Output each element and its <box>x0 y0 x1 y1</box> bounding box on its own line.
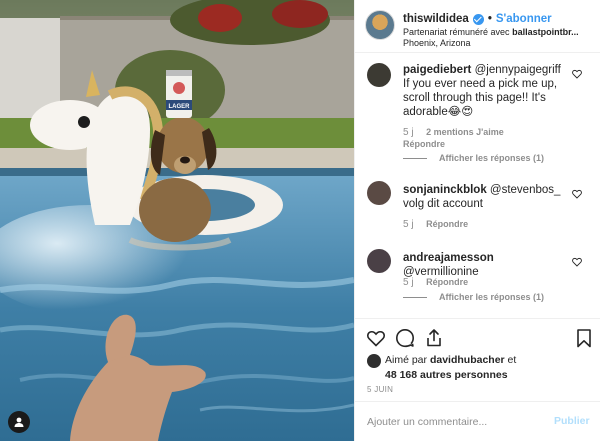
commenter-username[interactable]: sonjaninckblok <box>403 184 487 196</box>
comment-meta: 5 j 2 mentions J'aime <box>403 127 504 138</box>
post-header: thiswildidea • S'abonner Partenariat rém… <box>355 0 600 53</box>
comment-like-heart-icon[interactable] <box>572 257 582 267</box>
commenter-username[interactable]: andreajamesson <box>403 252 494 264</box>
photo-image: LAGER <box>0 0 354 441</box>
publish-button[interactable]: Publier <box>554 415 590 427</box>
author-username[interactable]: thiswildidea <box>403 13 469 25</box>
comment-input[interactable] <box>367 414 537 430</box>
view-replies-label: Afficher les réponses (1) <box>439 292 545 302</box>
comment-text-block: andreajamesson @vermillionine <box>403 251 569 279</box>
liked-by-connector: et <box>507 354 517 366</box>
replies-divider-line <box>403 296 427 298</box>
comment-meta: 5 j Répondre <box>403 219 468 230</box>
likes-others-count[interactable]: 48 168 autres personnes <box>385 369 508 381</box>
bookmark-icon[interactable] <box>574 328 594 348</box>
comments-list[interactable]: paigediebert @jennypaigegriff If you eve… <box>355 53 600 318</box>
follow-button[interactable]: S'abonner <box>496 13 552 25</box>
post-photo[interactable]: LAGER <box>0 0 354 441</box>
separator-dot: • <box>487 13 492 25</box>
reply-button[interactable]: Répondre <box>426 219 468 229</box>
comment-time: 5 j <box>403 127 414 138</box>
heart-icon[interactable] <box>366 328 386 348</box>
comment-text-block: sonjaninckblok @stevenbos_ volg dit acco… <box>403 183 569 211</box>
replies-divider-line <box>403 157 427 159</box>
svg-text:LAGER: LAGER <box>169 104 191 110</box>
verified-badge-icon <box>472 13 484 25</box>
comment-like-heart-icon[interactable] <box>572 69 582 79</box>
location-link[interactable]: Phoenix, Arizona <box>403 38 471 48</box>
user-tag-button[interactable] <box>8 411 30 433</box>
comment-likes-count[interactable]: 2 mentions J'aime <box>426 127 504 137</box>
add-comment-bar: Publier <box>355 401 600 441</box>
view-replies-button[interactable]: Afficher les réponses (1) <box>403 153 544 163</box>
author-avatar[interactable] <box>365 10 395 40</box>
view-replies-label: Afficher les réponses (1) <box>439 153 545 163</box>
view-replies-button[interactable]: Afficher les réponses (1) <box>403 292 544 302</box>
commenter-avatar[interactable] <box>367 249 391 273</box>
reply-button[interactable]: Répondre <box>426 277 468 287</box>
commenter-username[interactable]: paigediebert <box>403 64 471 76</box>
author-line: thiswildidea • S'abonner <box>403 13 552 25</box>
user-icon <box>14 417 24 427</box>
commenter-avatar[interactable] <box>367 181 391 205</box>
liker-username[interactable]: davidhubacher <box>430 354 505 366</box>
comment-meta: 5 j Répondre <box>403 277 468 288</box>
partnership-line: Partenariat rémunéré avec ballastpointbr… <box>403 27 595 37</box>
comment-like-heart-icon[interactable] <box>572 189 582 199</box>
post-actions: Aimé par davidhubacher et 48 168 autres … <box>355 318 600 400</box>
comment-icon[interactable] <box>395 328 415 348</box>
liked-by-prefix: Aimé par <box>385 354 428 366</box>
comment-time: 5 j <box>403 219 414 230</box>
commenter-avatar[interactable] <box>367 63 391 87</box>
share-icon[interactable] <box>424 328 444 348</box>
comment-text-block: paigediebert @jennypaigegriff If you eve… <box>403 63 569 119</box>
comment-time: 5 j <box>403 277 414 288</box>
likes-text: Aimé par davidhubacher et 48 168 autres … <box>385 353 585 383</box>
post-side-panel: thiswildidea • S'abonner Partenariat rém… <box>354 0 600 441</box>
partner-link[interactable]: ballastpointbr... <box>512 27 579 37</box>
post-date: 5 JUIN <box>367 385 394 394</box>
liker-avatar[interactable] <box>367 354 381 368</box>
reply-button[interactable]: Répondre <box>403 139 445 149</box>
partnership-label: Partenariat rémunéré avec <box>403 27 510 37</box>
